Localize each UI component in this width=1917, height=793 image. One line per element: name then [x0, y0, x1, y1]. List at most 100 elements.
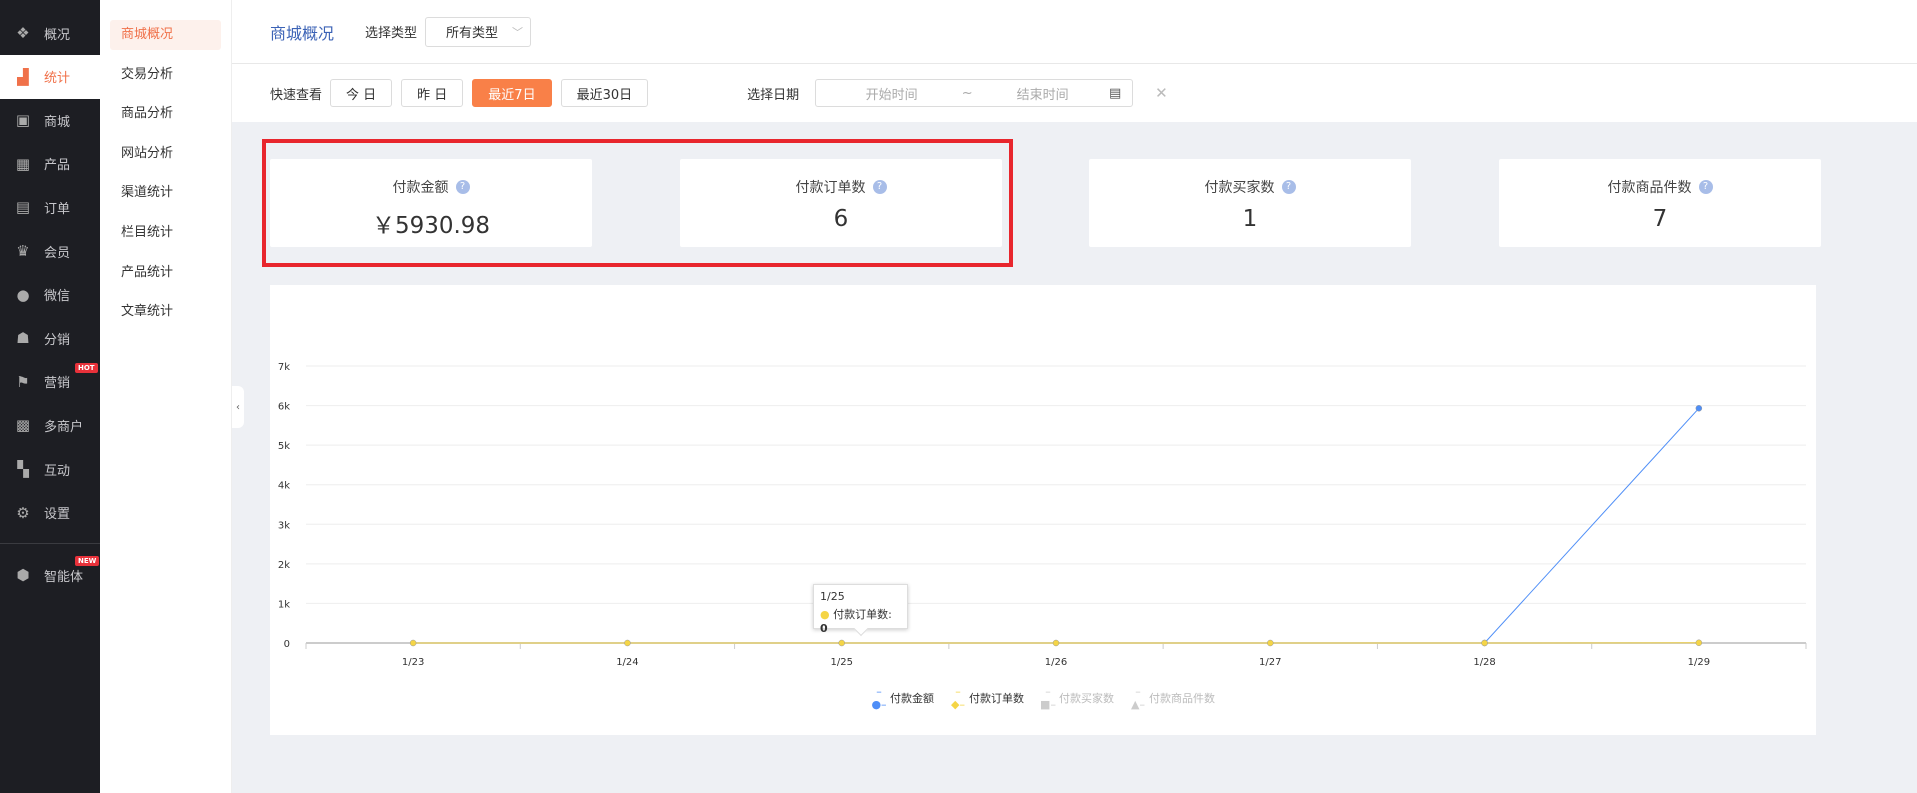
chart-svg: 0 1k 2k 3k 4k 5k 6k 7k 1/23 1/24 1/25 1/26 1/27 1/28 1…: [278, 362, 1807, 668]
sidebar-item-label: 多商户: [44, 419, 84, 435]
yesterday-button[interactable]: 昨 日: [401, 79, 464, 107]
legend-label: 付款商品件数: [1149, 692, 1215, 705]
y-tick-label: 7k: [278, 362, 290, 373]
interaction-icon: ▚: [17, 460, 29, 478]
main-sidebar: ❖ 概况 ▟ 统计 ▣ 商城 ▦ 产品 ▤ 订单 ♛ 会员 ● 微信 ☗ 分销 ⚑ 营销 HOT ▩ 多商户 ▚ 互动 ⚙ 设置…: [0, 0, 100, 793]
sidebar-item-label: 分销: [44, 332, 71, 348]
last-7-days-button[interactable]: 最近7日: [472, 79, 552, 107]
sidebar-item[interactable]: ▣ 商城: [0, 98, 100, 142]
flag-icon: ⚑: [16, 372, 30, 391]
stat-title: 付款订单数: [795, 180, 866, 196]
sidebar-item[interactable]: ● 微信: [0, 273, 100, 317]
x-tick-label: 1/28: [1473, 657, 1495, 668]
tooltip-title: 1/25: [820, 590, 845, 603]
sidebar-item-label: 统计: [44, 71, 71, 87]
subnav-item[interactable]: 交易分析: [110, 60, 221, 90]
subnav-item[interactable]: 商城概况: [110, 20, 221, 50]
sidebar-badge: NEW: [75, 556, 100, 566]
clear-date-icon[interactable]: ✕: [1155, 84, 1168, 102]
date-range-picker[interactable]: 开始时间 ~ 结束时间 ▤: [815, 79, 1134, 107]
x-tick-label: 1/25: [830, 657, 852, 668]
tooltip-series: 付款订单数: [833, 608, 889, 621]
tooltip-value: 0: [820, 622, 828, 635]
wechat-icon: ●: [16, 285, 30, 304]
crown-icon: ♛: [16, 242, 30, 260]
chevron-down-icon: ﹀: [512, 25, 524, 39]
x-tick-label: 1/29: [1688, 657, 1710, 668]
sidebar-item[interactable]: ⚑ 营销 HOT: [0, 360, 100, 404]
data-point: [1052, 639, 1060, 647]
clipboard-icon: ▤: [15, 198, 31, 217]
collapse-subnav-button[interactable]: ‹: [232, 386, 244, 428]
cube-icon: ⬢: [16, 566, 30, 584]
legend-item[interactable]: –▲– 付款商品件数: [1130, 685, 1215, 711]
stat-title: 付款买家数: [1204, 180, 1275, 196]
stat-card: 付款买家数? 1: [1089, 159, 1411, 247]
trend-chart: 0 1k 2k 3k 4k 5k 6k 7k 1/23 1/24 1/25 1/26 1/27 1/28 1…: [270, 285, 1816, 735]
today-button[interactable]: 今 日: [330, 79, 393, 107]
stat-value: ￥5930.98: [371, 213, 491, 239]
stat-card: 付款订单数? 6: [680, 159, 1002, 247]
sidebar-badge: HOT: [75, 362, 98, 373]
chart-icon: ▟: [17, 67, 29, 86]
end-date-input[interactable]: 结束时间: [977, 84, 1108, 103]
layers-icon: ❖: [16, 24, 30, 42]
sidebar-item[interactable]: ⬢ 智能体 NEW: [0, 553, 100, 597]
help-icon[interactable]: ?: [1698, 180, 1713, 194]
sidebar-item[interactable]: ▦ 产品: [0, 142, 100, 186]
stat-title: 付款商品件数: [1607, 180, 1692, 196]
data-point: [1695, 405, 1703, 412]
stat-value: 1: [1242, 206, 1258, 232]
data-point: [624, 639, 631, 647]
help-icon[interactable]: ?: [455, 180, 470, 194]
y-tick-label: 6k: [278, 402, 290, 413]
subnav-item[interactable]: 产品统计: [110, 258, 221, 288]
legend-item[interactable]: –◆– 付款订单数: [950, 685, 1024, 711]
legend-marker-icon: –▲–: [1131, 685, 1145, 711]
legend-label: 付款金额: [890, 692, 934, 705]
subnav-item[interactable]: 渠道统计: [110, 178, 221, 208]
type-label: 选择类型: [365, 26, 418, 41]
subnav-item[interactable]: 网站分析: [110, 139, 221, 169]
sidebar-item[interactable]: ♛ 会员: [0, 229, 100, 273]
legend-marker-icon: –◆–: [951, 685, 965, 711]
page-header: 商城概况 选择类型 所有类型 ﹀: [232, 0, 1917, 64]
help-icon[interactable]: ?: [872, 180, 887, 194]
filter-bar: 快速查看 今 日 昨 日 最近7日 最近30日 选择日期 开始时间 ~ 结束时间…: [232, 64, 1917, 122]
type-select[interactable]: 所有类型 ﹀: [425, 16, 532, 47]
x-tick-label: 1/24: [616, 657, 638, 668]
subnav-item[interactable]: 商品分析: [110, 99, 221, 129]
date-label: 选择日期: [747, 87, 800, 103]
subnav-item[interactable]: 栏目统计: [110, 218, 221, 248]
sidebar-item-label: 设置: [44, 507, 71, 523]
chart-tooltip: 1/25 ● 付款订单数: 0: [813, 584, 908, 637]
y-tick-label: 0: [284, 639, 290, 650]
y-tick-label: 4k: [278, 481, 290, 492]
x-tick-label: 1/26: [1045, 657, 1067, 668]
legend-item[interactable]: –●– 付款金额: [871, 685, 934, 711]
x-tick-label: 1/27: [1259, 657, 1281, 668]
chart-legend: –●– 付款金额 –◆– 付款订单数 –■– 付款买家数 –▲– 付款商品件数: [270, 685, 1816, 711]
subnav-item[interactable]: 文章统计: [110, 297, 221, 327]
grid-icon: ▦: [15, 154, 31, 173]
last-30-days-button[interactable]: 最近30日: [560, 79, 649, 107]
sidebar-item[interactable]: ▤ 订单: [0, 185, 100, 229]
sidebar-divider: [0, 543, 100, 544]
sidebar-item[interactable]: ▚ 互动: [0, 447, 100, 491]
store-icon: ▩: [15, 416, 31, 435]
legend-item[interactable]: –■– 付款买家数: [1040, 685, 1114, 711]
sidebar-item[interactable]: ☗ 分销: [0, 316, 100, 360]
sidebar-item[interactable]: ⚙ 设置: [0, 491, 100, 535]
data-point: [1695, 639, 1703, 647]
calendar-icon[interactable]: ▤: [1108, 86, 1122, 101]
mall-icon: ▣: [15, 111, 31, 130]
y-tick-label: 1k: [278, 599, 290, 610]
help-icon[interactable]: ?: [1281, 180, 1296, 194]
sidebar-item[interactable]: ▩ 多商户: [0, 403, 100, 447]
sidebar-item[interactable]: ▟ 统计: [0, 54, 100, 99]
data-point: [838, 639, 845, 647]
sidebar-item-label: 会员: [44, 245, 71, 261]
sidebar-item[interactable]: ❖ 概况: [0, 11, 100, 55]
start-date-input[interactable]: 开始时间: [826, 84, 957, 103]
legend-marker-icon: –■–: [1040, 685, 1056, 711]
